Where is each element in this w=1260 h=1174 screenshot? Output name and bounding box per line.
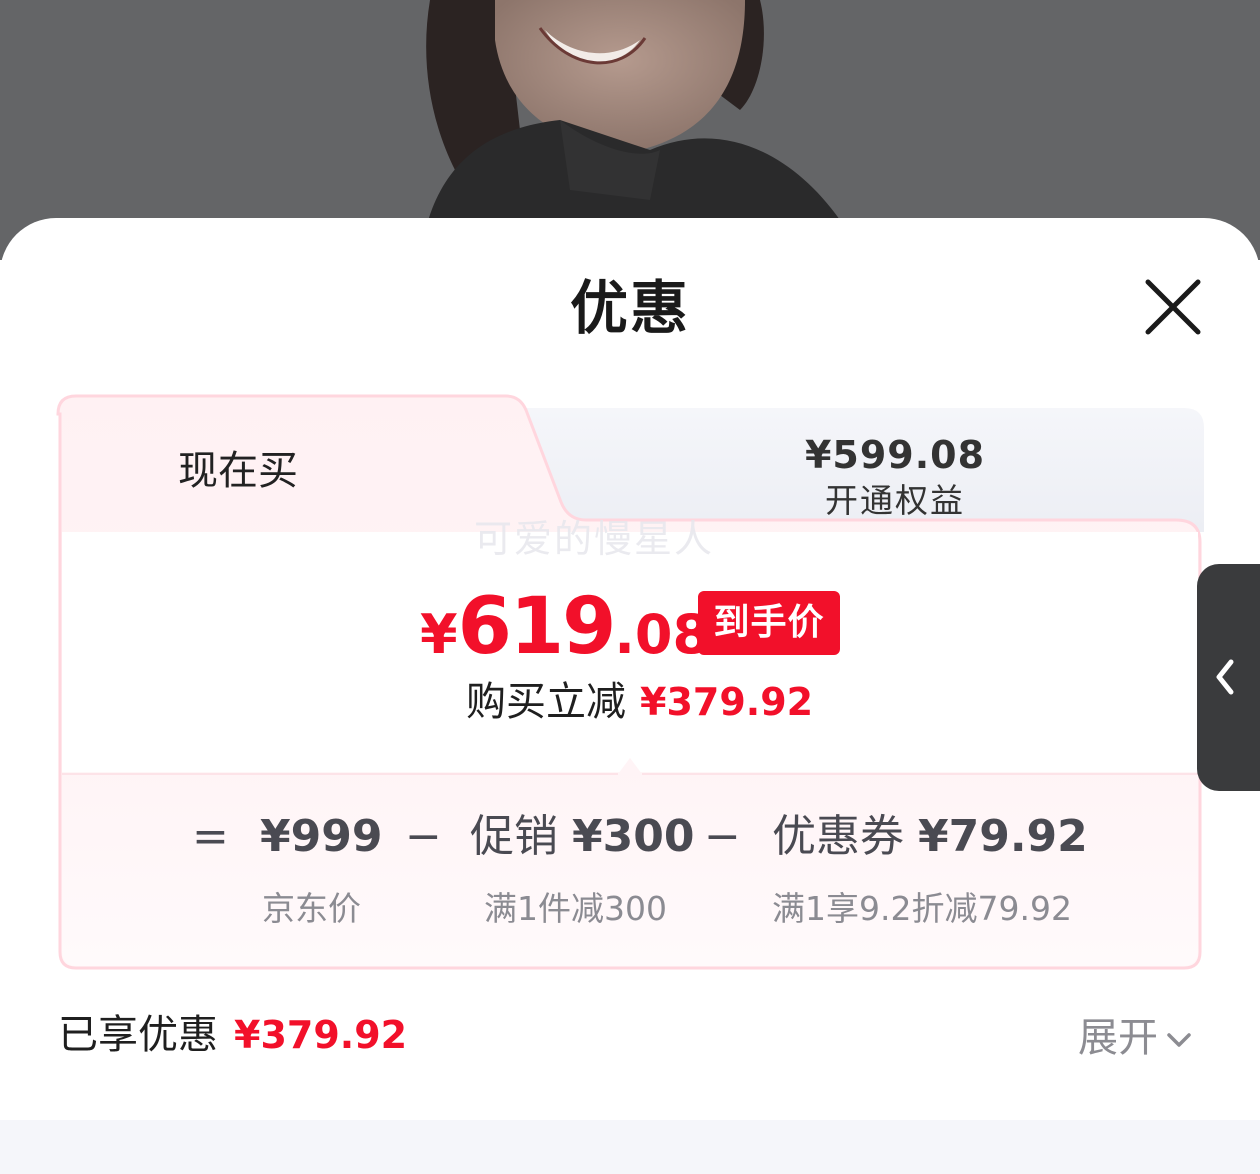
tab-membership[interactable]: ¥599.08 开通权益	[780, 432, 1010, 522]
close-icon	[1145, 279, 1201, 335]
coupon-value: 优惠券 ¥79.92	[772, 811, 1088, 862]
final-price: ¥619.08	[420, 582, 710, 672]
final-price-currency: ¥	[420, 603, 458, 666]
enjoyed-label: 已享优惠	[58, 1012, 218, 1058]
membership-label: 开通权益	[825, 481, 965, 520]
final-price-decimal: .08	[614, 603, 711, 666]
saving-amount: ¥379.92	[640, 680, 814, 724]
chevron-down-icon	[1167, 1033, 1191, 1047]
bottom-band	[0, 1120, 1260, 1174]
sheet-title: 优惠	[569, 274, 690, 342]
close-button[interactable]	[1140, 274, 1206, 340]
promo-rule: 满1件减300	[484, 889, 667, 928]
base-price-value: ¥999	[260, 811, 383, 862]
minus-sign-1: −	[405, 811, 442, 862]
minus-sign-2: −	[704, 811, 741, 862]
final-price-integer: 619	[457, 582, 617, 672]
coupon-rule: 满1享9.2折减79.92	[772, 889, 1072, 928]
purchase-saving: 购买立减 ¥379.92	[466, 676, 813, 728]
equals-sign: =	[192, 811, 229, 862]
final-price-badge: 到手价	[698, 591, 840, 655]
base-price-label: 京东价	[262, 889, 361, 928]
saving-label: 购买立减	[466, 679, 626, 725]
membership-price: ¥599.08	[804, 433, 986, 477]
expand-label: 展开	[1078, 1015, 1158, 1061]
enjoyed-amount: ¥379.92	[234, 1013, 408, 1057]
watermark: 可爱的慢星人	[474, 517, 715, 561]
tab-buy-now[interactable]: 现在买	[178, 446, 298, 496]
promo-value: 促销 ¥300	[470, 811, 695, 862]
chevron-left-icon	[1216, 659, 1234, 695]
expand-button[interactable]: 展开	[1078, 1010, 1194, 1066]
enjoyed-discount: 已享优惠 ¥379.92	[58, 1006, 407, 1064]
side-panel-handle[interactable]	[1197, 564, 1260, 791]
